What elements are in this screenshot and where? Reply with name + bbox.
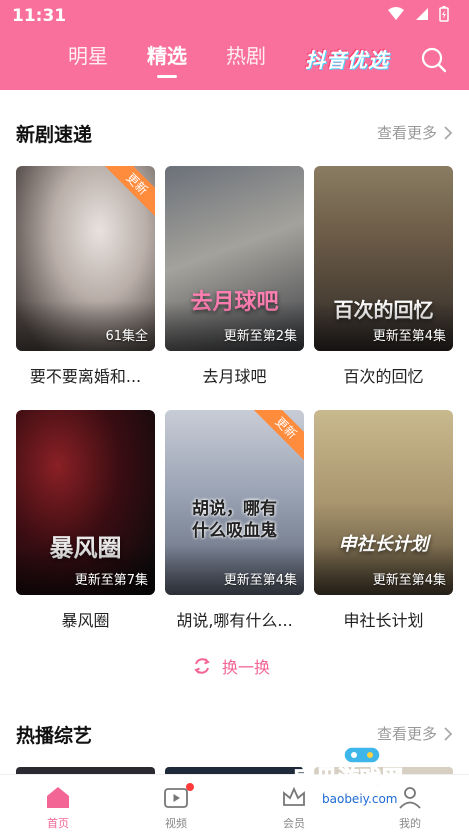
status-time: 11:31	[12, 6, 67, 26]
section-title: 热播综艺	[16, 725, 93, 747]
drama-poster[interactable]: 暴风圈 更新至第7集	[16, 410, 155, 595]
poster-title-art: 胡说，哪有什么吸血鬼	[192, 499, 277, 541]
drama-poster[interactable]: 去月球吧 更新至第2集	[165, 166, 304, 351]
drama-card[interactable]: 更新 61集全 要不要离婚和...	[16, 166, 155, 387]
section-header-new-dramas: 新剧速递 查看更多	[16, 120, 453, 150]
view-more-link[interactable]: 查看更多	[377, 122, 453, 143]
watermark-text: 宝贝游戏网	[294, 766, 404, 791]
episode-status: 更新至第4集	[372, 573, 446, 588]
drama-title: 百次的回忆	[343, 367, 424, 386]
drama-poster[interactable]: 更新 61集全	[16, 166, 155, 351]
episode-status: 更新至第4集	[372, 329, 446, 344]
drama-poster[interactable]: 更新 胡说，哪有什么吸血鬼 更新至第4集	[165, 410, 304, 595]
variety-poster-peek[interactable]	[16, 767, 155, 774]
refresh-button[interactable]: 换一换	[192, 654, 270, 678]
view-more-label: 查看更多	[376, 124, 437, 142]
drama-title: 申社长计划	[343, 611, 424, 630]
wifi-icon	[388, 7, 404, 20]
nav-label: 视频	[165, 817, 187, 830]
refresh-icon	[194, 658, 210, 674]
episode-status: 更新至第4集	[223, 573, 297, 588]
drama-title: 去月球吧	[202, 367, 267, 386]
chevron-right-icon	[444, 726, 453, 741]
drama-poster[interactable]: 百次的回忆 更新至第4集	[314, 166, 453, 351]
nav-label: 会员	[283, 817, 305, 830]
episode-status: 61集全	[105, 329, 148, 344]
drama-poster[interactable]: 申社长计划 更新至第4集	[314, 410, 453, 595]
app-header: 11:31 明星 精选 热剧 抖音优选	[0, 0, 469, 90]
watermark-url: baobeiy.com	[318, 792, 402, 806]
top-tabs: 明星 精选 热剧	[0, 40, 469, 80]
drama-card[interactable]: 申社长计划 更新至第4集 申社长计划	[314, 410, 453, 631]
nav-video[interactable]: 视频	[146, 783, 206, 831]
tab-stars[interactable]: 明星	[68, 40, 108, 69]
nav-home[interactable]: 首页	[28, 783, 88, 831]
drama-title: 胡说,哪有什么...	[176, 611, 293, 630]
refresh-label: 换一换	[222, 658, 271, 677]
nav-label: 首页	[47, 817, 69, 830]
brand-logo-tab[interactable]: 抖音优选	[305, 44, 389, 73]
drama-title: 暴风圈	[61, 611, 110, 630]
view-more-label: 查看更多	[376, 725, 437, 743]
drama-card[interactable]: 百次的回忆 更新至第4集 百次的回忆	[314, 166, 453, 387]
notification-dot	[186, 783, 194, 791]
battery-icon	[439, 6, 449, 22]
view-more-link[interactable]: 查看更多	[377, 723, 453, 744]
episode-status: 更新至第7集	[74, 573, 148, 588]
site-watermark: 宝贝游戏网 baobeiy.com	[282, 744, 442, 814]
status-bar: 11:31	[0, 0, 469, 34]
search-icon[interactable]	[420, 46, 448, 74]
drama-card[interactable]: 暴风圈 更新至第7集 暴风圈	[16, 410, 155, 631]
episode-status: 更新至第2集	[223, 329, 297, 344]
signal-icon	[416, 8, 428, 20]
tab-featured[interactable]: 精选	[147, 40, 187, 78]
section-title: 新剧速递	[16, 124, 93, 146]
drama-card[interactable]: 去月球吧 更新至第2集 去月球吧	[165, 166, 304, 387]
home-icon	[47, 787, 69, 808]
drama-card[interactable]: 更新 胡说，哪有什么吸血鬼 更新至第4集 胡说,哪有什么...	[165, 410, 304, 631]
nav-label: 我的	[399, 817, 421, 830]
chevron-right-icon	[444, 125, 453, 140]
tab-hot-dramas[interactable]: 热剧	[226, 40, 266, 69]
drama-title: 要不要离婚和...	[29, 367, 142, 386]
